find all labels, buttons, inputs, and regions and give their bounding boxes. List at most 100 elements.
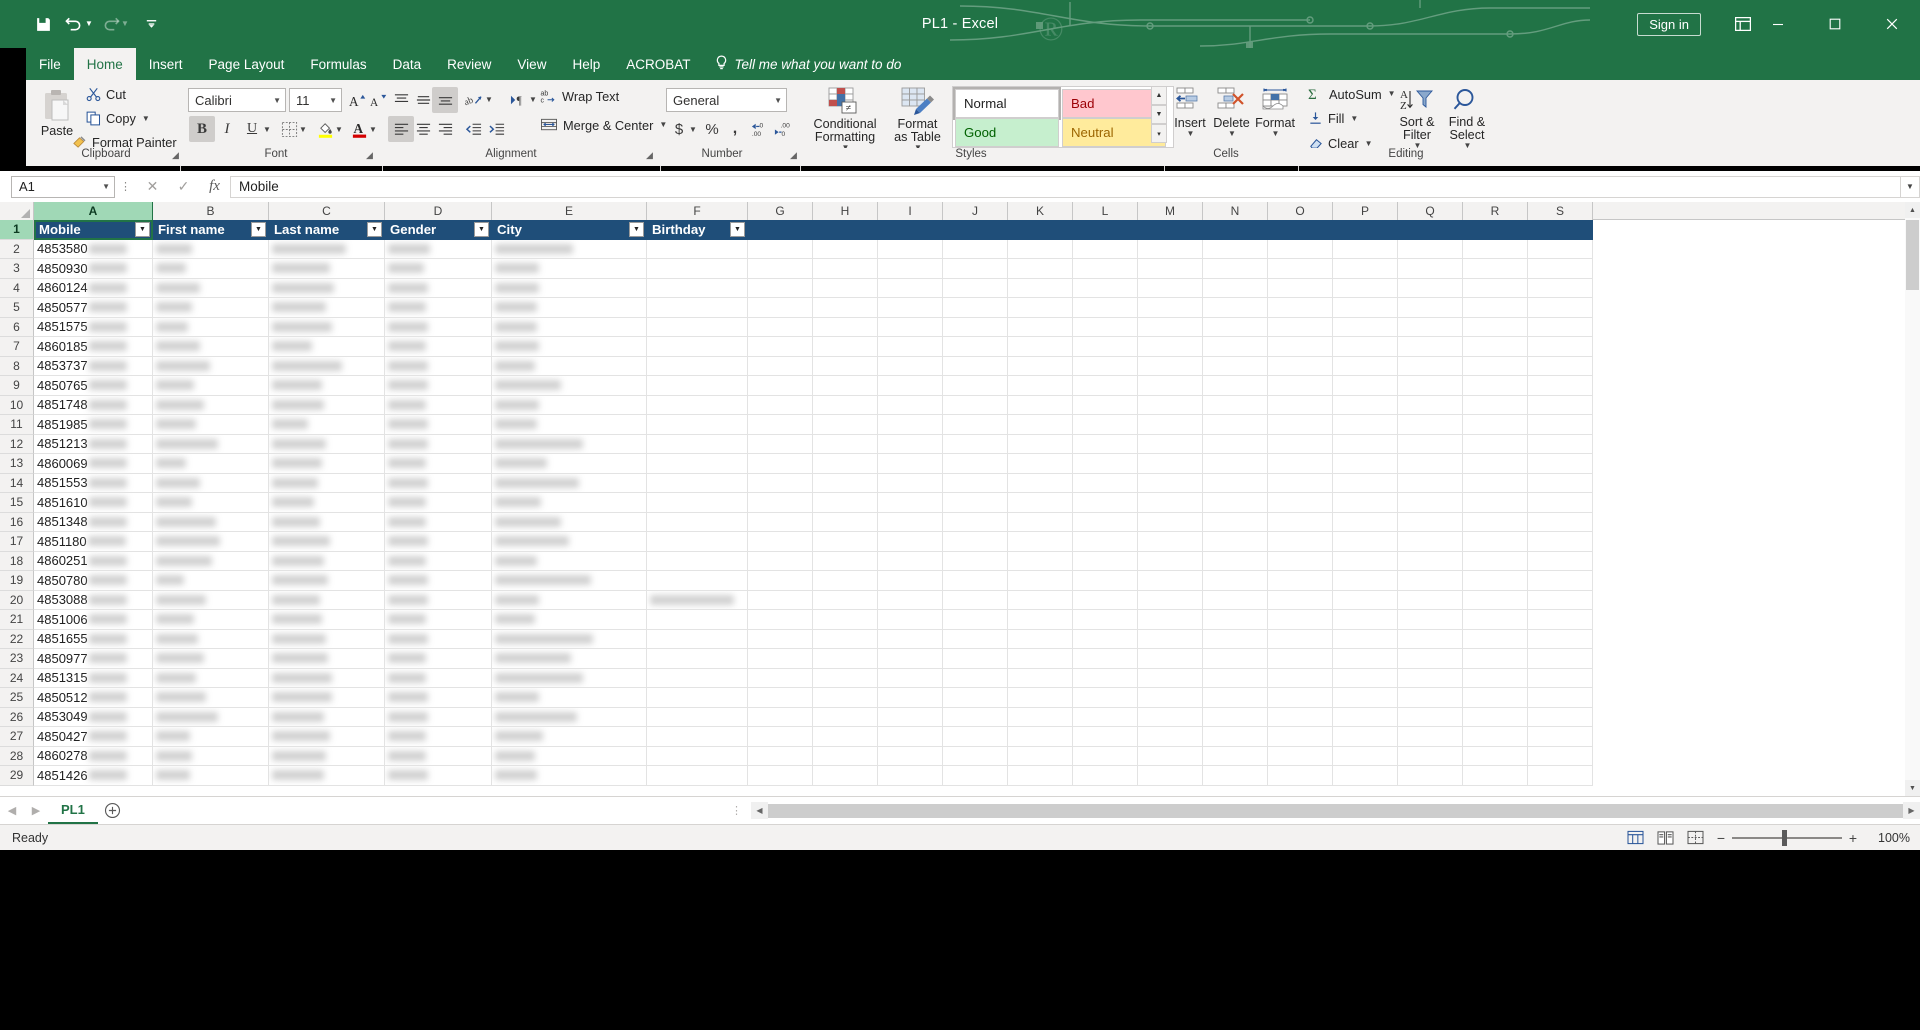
grid-cell[interactable] <box>1073 317 1138 337</box>
grid-cell[interactable] <box>1333 395 1398 415</box>
row-header-10[interactable]: 10 <box>0 395 34 415</box>
grid-cell[interactable] <box>813 727 878 747</box>
insert-cells-button[interactable]: Insert ▼ <box>1170 84 1210 141</box>
grid-cell[interactable] <box>385 688 492 708</box>
grid-cell[interactable] <box>1268 688 1333 708</box>
grid-cell[interactable] <box>943 220 1008 240</box>
grid-cell[interactable] <box>153 259 269 279</box>
grid-cell[interactable] <box>153 668 269 688</box>
row-header-25[interactable]: 25 <box>0 688 34 708</box>
grid-cell[interactable] <box>878 298 943 318</box>
grid-cell[interactable] <box>385 649 492 669</box>
grid-cell[interactable] <box>748 727 813 747</box>
grid-cell[interactable] <box>748 571 813 591</box>
col-header-B[interactable]: B <box>153 202 269 220</box>
grid-cell[interactable] <box>1463 415 1528 435</box>
grid-cell[interactable] <box>385 395 492 415</box>
grid-cell[interactable]: 4853737 <box>34 356 153 376</box>
grid-cell[interactable] <box>1268 532 1333 552</box>
chevron-down-icon[interactable]: ▼ <box>326 96 337 105</box>
grid-cell[interactable] <box>1008 278 1073 298</box>
grid-cell[interactable] <box>1138 337 1203 357</box>
grid-cell[interactable] <box>878 395 943 415</box>
grid-cell[interactable]: 4850765 <box>34 376 153 396</box>
grid-cell[interactable] <box>943 629 1008 649</box>
grid-cell[interactable] <box>492 688 647 708</box>
grid-cell[interactable] <box>1203 220 1268 240</box>
grid-cell[interactable] <box>492 434 647 454</box>
grid-cell[interactable] <box>1333 629 1398 649</box>
grid-cell[interactable] <box>269 337 385 357</box>
grid-cell[interactable] <box>385 590 492 610</box>
grid-cell[interactable] <box>269 493 385 513</box>
grid-cell[interactable] <box>1008 649 1073 669</box>
grid-cell[interactable] <box>647 571 748 591</box>
grid-cell[interactable] <box>1073 454 1138 474</box>
grid-cell[interactable] <box>1138 610 1203 630</box>
text-direction-icon[interactable]: ¶ <box>505 87 531 113</box>
insert-function-icon[interactable]: fx <box>199 176 230 198</box>
zoom-out-button[interactable]: − <box>1710 827 1732 849</box>
grid-cell[interactable] <box>269 746 385 766</box>
grid-cell[interactable] <box>1528 493 1593 513</box>
grid-cell[interactable] <box>1203 493 1268 513</box>
grid-cell[interactable] <box>1463 766 1528 786</box>
grid-cell[interactable] <box>153 590 269 610</box>
grid-cell[interactable] <box>878 434 943 454</box>
grid-cell[interactable] <box>1268 356 1333 376</box>
row-header-14[interactable]: 14 <box>0 473 34 493</box>
grid-cell[interactable] <box>153 395 269 415</box>
grid-cell[interactable] <box>269 727 385 747</box>
grid-cell[interactable] <box>878 727 943 747</box>
grid-cell[interactable] <box>153 473 269 493</box>
grid-cell[interactable] <box>385 493 492 513</box>
grid-cell[interactable] <box>1398 493 1463 513</box>
grid-cell[interactable] <box>748 688 813 708</box>
grid-cell[interactable] <box>269 434 385 454</box>
grid-cell[interactable] <box>385 317 492 337</box>
grid-cell[interactable] <box>878 707 943 727</box>
grid-cell[interactable] <box>1333 220 1398 240</box>
grid-cell[interactable] <box>269 766 385 786</box>
grid-cell[interactable] <box>748 239 813 259</box>
grid-cell[interactable] <box>748 590 813 610</box>
grid-cell[interactable] <box>943 512 1008 532</box>
grid-cell[interactable] <box>1268 629 1333 649</box>
scroll-down-icon[interactable]: ▼ <box>1905 780 1920 796</box>
grid-cell[interactable] <box>1528 239 1593 259</box>
row-header-26[interactable]: 26 <box>0 707 34 727</box>
grid-cell[interactable] <box>1398 259 1463 279</box>
grid-cell[interactable] <box>813 473 878 493</box>
page-break-preview-icon[interactable] <box>1680 827 1710 849</box>
grid-cell[interactable] <box>385 532 492 552</box>
grid-cell[interactable] <box>1528 317 1593 337</box>
grid-cell[interactable] <box>1008 610 1073 630</box>
grid-cell[interactable] <box>1268 727 1333 747</box>
grid-cell[interactable] <box>1138 668 1203 688</box>
grid-cell[interactable] <box>647 317 748 337</box>
grid-cell[interactable] <box>813 376 878 396</box>
grid-cell[interactable] <box>385 766 492 786</box>
grid-cell[interactable] <box>813 551 878 571</box>
grid-cell[interactable] <box>1333 415 1398 435</box>
grid-cell[interactable] <box>492 668 647 688</box>
sheet-tab-pl1[interactable]: PL1 <box>48 797 98 824</box>
grid-cell[interactable] <box>492 239 647 259</box>
filter-dropdown-birthday[interactable]: ▼ <box>730 222 745 237</box>
filter-dropdown-city[interactable]: ▼ <box>629 222 644 237</box>
grid-cell[interactable]: 4860069 <box>34 454 153 474</box>
col-header-O[interactable]: O <box>1268 202 1333 220</box>
grid-cell[interactable] <box>1073 629 1138 649</box>
grid-cell[interactable] <box>269 551 385 571</box>
grid-cell[interactable] <box>492 746 647 766</box>
tab-acrobat[interactable]: ACROBAT <box>613 48 703 80</box>
grid-cell[interactable] <box>1528 259 1593 279</box>
grid-cell[interactable] <box>1008 337 1073 357</box>
grid-cell[interactable] <box>813 610 878 630</box>
grid-cell[interactable] <box>813 668 878 688</box>
merge-center-button[interactable]: Merge & Center ▼ <box>536 115 671 135</box>
row-header-3[interactable]: 3 <box>0 259 34 279</box>
grid-cell[interactable] <box>1073 649 1138 669</box>
grid-cell[interactable] <box>748 259 813 279</box>
delete-cells-button[interactable]: Delete ▼ <box>1211 84 1252 141</box>
